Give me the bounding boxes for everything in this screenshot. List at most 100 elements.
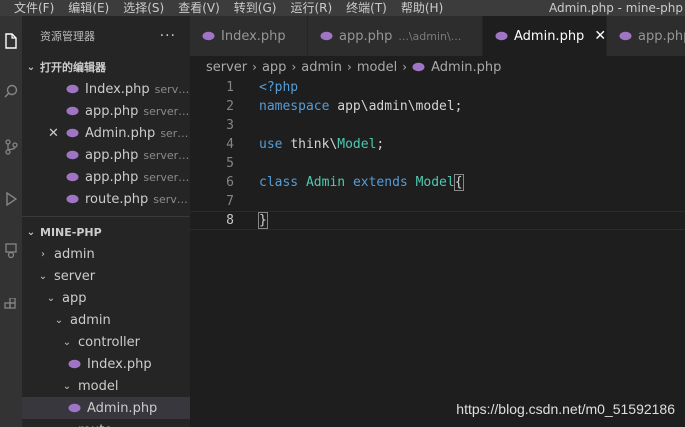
source-control-icon[interactable] [0, 134, 22, 160]
line-number: 3 [226, 118, 234, 133]
line-number: 2 [226, 99, 234, 114]
breadcrumb-item[interactable]: server [206, 60, 247, 75]
class-name: Admin [305, 175, 346, 190]
run-debug-icon[interactable] [0, 186, 22, 212]
watermark: https://blog.csdn.net/m0_51592186 [456, 401, 675, 417]
php-file-icon [495, 31, 508, 41]
tree-folder-admin[interactable]: › admin [22, 243, 190, 265]
tree-label: app [62, 290, 87, 306]
menu-file[interactable]: 文件(F) [14, 0, 54, 16]
tab-admin-php-active[interactable]: Admin.php ✕ [483, 16, 607, 56]
line-number: 4 [226, 137, 234, 152]
open-editors-title: 打开的编辑器 [40, 61, 106, 74]
code-line[interactable]: 3 [190, 116, 685, 135]
tab-app-php[interactable]: app.php ...\admin\... [308, 16, 483, 56]
menu-view[interactable]: 查看(V) [178, 0, 220, 16]
breadcrumb-item[interactable]: app [262, 60, 286, 75]
open-editor-desc: server\a... [143, 104, 190, 118]
open-editor-item[interactable]: route.php server... [22, 188, 190, 210]
menu-selection[interactable]: 选择(S) [123, 0, 164, 16]
open-editor-item[interactable]: app.php server\a... [22, 100, 190, 122]
open-editor-label: route.php [85, 191, 149, 207]
tab-label: app.php [638, 28, 685, 44]
open-editors-header[interactable]: ⌄ 打开的编辑器 [22, 56, 190, 78]
chevron-right-icon: › [347, 60, 352, 74]
tree-file-admin-selected[interactable]: Admin.php [22, 397, 190, 419]
line-number: 5 [226, 156, 234, 171]
menu-go[interactable]: 转到(G) [234, 0, 277, 16]
code-line[interactable]: 4 use think\Model; [190, 135, 685, 154]
namespace-part: think [290, 137, 330, 152]
tree-folder-model[interactable]: ⌄ model [22, 375, 190, 397]
editor-tabs: Index.php app.php ...\admin\... Admin.ph… [190, 16, 685, 56]
php-file-icon [320, 31, 333, 41]
breadcrumb-item[interactable]: Admin.php [431, 60, 501, 75]
php-file-icon [66, 172, 79, 182]
tab-label: Index.php [221, 28, 286, 44]
menu-edit[interactable]: 编辑(E) [68, 0, 109, 16]
open-editor-item[interactable]: app.php server\a... [22, 166, 190, 188]
namespace-path: app\admin\model; [337, 99, 463, 114]
open-editor-desc: server\a... [143, 170, 190, 184]
code-line[interactable]: 7 [190, 192, 685, 211]
open-editor-item[interactable]: Index.php server... [22, 78, 190, 100]
chevron-down-icon: ⌄ [38, 270, 48, 282]
explorer-icon[interactable] [0, 28, 22, 54]
menu-terminal[interactable]: 终端(T) [346, 0, 387, 16]
keyword: namespace [259, 99, 330, 114]
code-line[interactable]: 6 class Admin extends Model{ [190, 173, 685, 192]
tab-label: app.php [339, 28, 393, 44]
tree-folder-app[interactable]: ⌄ app [22, 287, 190, 309]
tree-label: route [78, 423, 112, 427]
php-file-icon [619, 31, 632, 41]
extensions-icon[interactable] [0, 292, 22, 318]
code-line[interactable]: 5 [190, 154, 685, 173]
close-icon[interactable]: ✕ [48, 126, 59, 141]
open-editor-label: app.php [85, 169, 139, 185]
open-editor-item-active[interactable]: ✕ Admin.php serve... [22, 122, 190, 144]
tree-folder-controller[interactable]: ⌄ controller [22, 331, 190, 353]
tree-folder-route[interactable]: ⌄ route [22, 419, 190, 427]
menu-run[interactable]: 运行(R) [290, 0, 332, 16]
tree-folder-server[interactable]: ⌄ server [22, 265, 190, 287]
php-file-icon [66, 150, 79, 160]
open-editor-item[interactable]: app.php server\r... [22, 144, 190, 166]
php-file-icon [66, 128, 79, 138]
breadcrumb-item[interactable]: model [357, 60, 397, 75]
more-actions-icon[interactable]: ··· [160, 28, 176, 44]
tab-index-php[interactable]: Index.php [190, 16, 308, 56]
chevron-right-icon: › [41, 248, 45, 260]
chevron-down-icon: ⌄ [54, 314, 64, 326]
php-open-tag: <?php [259, 80, 299, 95]
tab-desc: ...\admin\... [398, 29, 462, 43]
project-header[interactable]: ⌄ MINE-PHP [22, 221, 190, 243]
code-line-current[interactable]: 8 } [190, 211, 685, 230]
menu-bar: 文件(F) 编辑(E) 选择(S) 查看(V) 转到(G) 运行(R) 终端(T… [0, 0, 457, 16]
tree-file-index[interactable]: Index.php [22, 353, 190, 375]
breadcrumb-item[interactable]: admin [301, 60, 342, 75]
code-line[interactable]: 1 <?php [190, 78, 685, 97]
php-file-icon [66, 106, 79, 116]
chevron-right-icon: › [402, 60, 408, 74]
code-line[interactable]: 2 namespace app\admin\model; [190, 97, 685, 116]
tree-label: admin [54, 246, 95, 262]
close-tab-icon[interactable]: ✕ [594, 28, 606, 44]
keyword: extends [352, 175, 408, 190]
open-editor-label: Admin.php [85, 125, 156, 141]
line-number: 8 [226, 213, 234, 228]
code-editor[interactable]: 1 <?php 2 namespace app\admin\model; 3 4… [190, 78, 685, 427]
search-icon[interactable] [0, 78, 22, 104]
menu-help[interactable]: 帮助(H) [401, 0, 443, 16]
tree-label: Admin.php [87, 400, 158, 416]
tab-app-php-2[interactable]: app.php [607, 16, 685, 56]
chevron-down-icon: ⌄ [26, 226, 36, 238]
activity-bar [0, 16, 22, 427]
chevron-down-icon: ⌄ [46, 292, 56, 304]
remote-explorer-icon[interactable] [0, 238, 22, 264]
line-number: 1 [226, 80, 234, 95]
semicolon: ; [376, 137, 385, 152]
line-number: 7 [226, 194, 234, 209]
tree-label: model [78, 378, 119, 394]
tree-folder-admin[interactable]: ⌄ admin [22, 309, 190, 331]
parent-class: Model [415, 175, 455, 190]
